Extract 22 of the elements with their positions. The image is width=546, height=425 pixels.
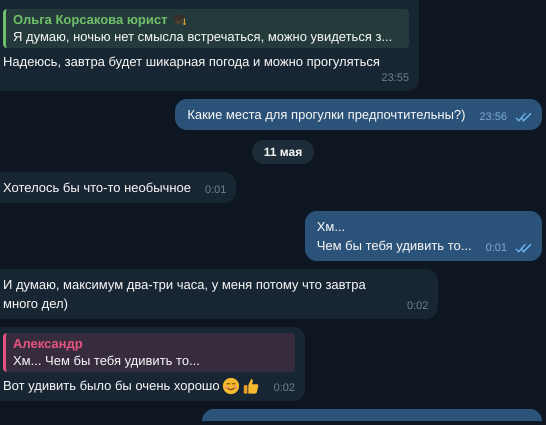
message-text: Надеюсь, завтра будет шикарная погода и можно прогуляться xyxy=(3,53,380,71)
message-text: И думаю, максимум два-три часа, у меня потому что завтра много дел) xyxy=(3,276,367,313)
message-time: 23:55 xyxy=(381,71,409,85)
thumbs-up-icon xyxy=(242,376,260,394)
reply-quote[interactable]: Ольга Корсакова юрист Я думаю, ночью нет смысла встречаться, можно увидеться з... xyxy=(3,9,409,48)
message-time: 0:02 xyxy=(407,299,428,313)
message-text: Хм... xyxy=(316,218,346,236)
message-time: 0:02 xyxy=(274,381,296,395)
reply-text: Хм... Чем бы тебя удивить то... xyxy=(13,353,201,368)
message-time: 23:56 xyxy=(479,110,507,124)
reply-text: Я думаю, ночью нет смысла встречаться, можно увидеться з... xyxy=(13,29,394,44)
message-text: Какие места для прогулки предпочтительны?) xyxy=(187,106,466,124)
message-text: Чем бы тебя удивить то... xyxy=(316,237,472,255)
message-time: 0:01 xyxy=(486,241,507,255)
reply-quote[interactable]: Александр Хм... Чем бы тебя удивить то... xyxy=(3,333,296,372)
message-text: Вот удивить было бы очень хорошо xyxy=(3,377,220,395)
date-badge: 11 мая xyxy=(252,140,314,164)
reply-author: Александр xyxy=(13,336,83,351)
message-time: 0:01 xyxy=(204,183,226,197)
reply-author: Ольга Корсакова юрист xyxy=(13,12,168,27)
message-text: Хотелось бы что-то необычное xyxy=(3,179,191,197)
graduation-cap-icon xyxy=(171,12,188,26)
